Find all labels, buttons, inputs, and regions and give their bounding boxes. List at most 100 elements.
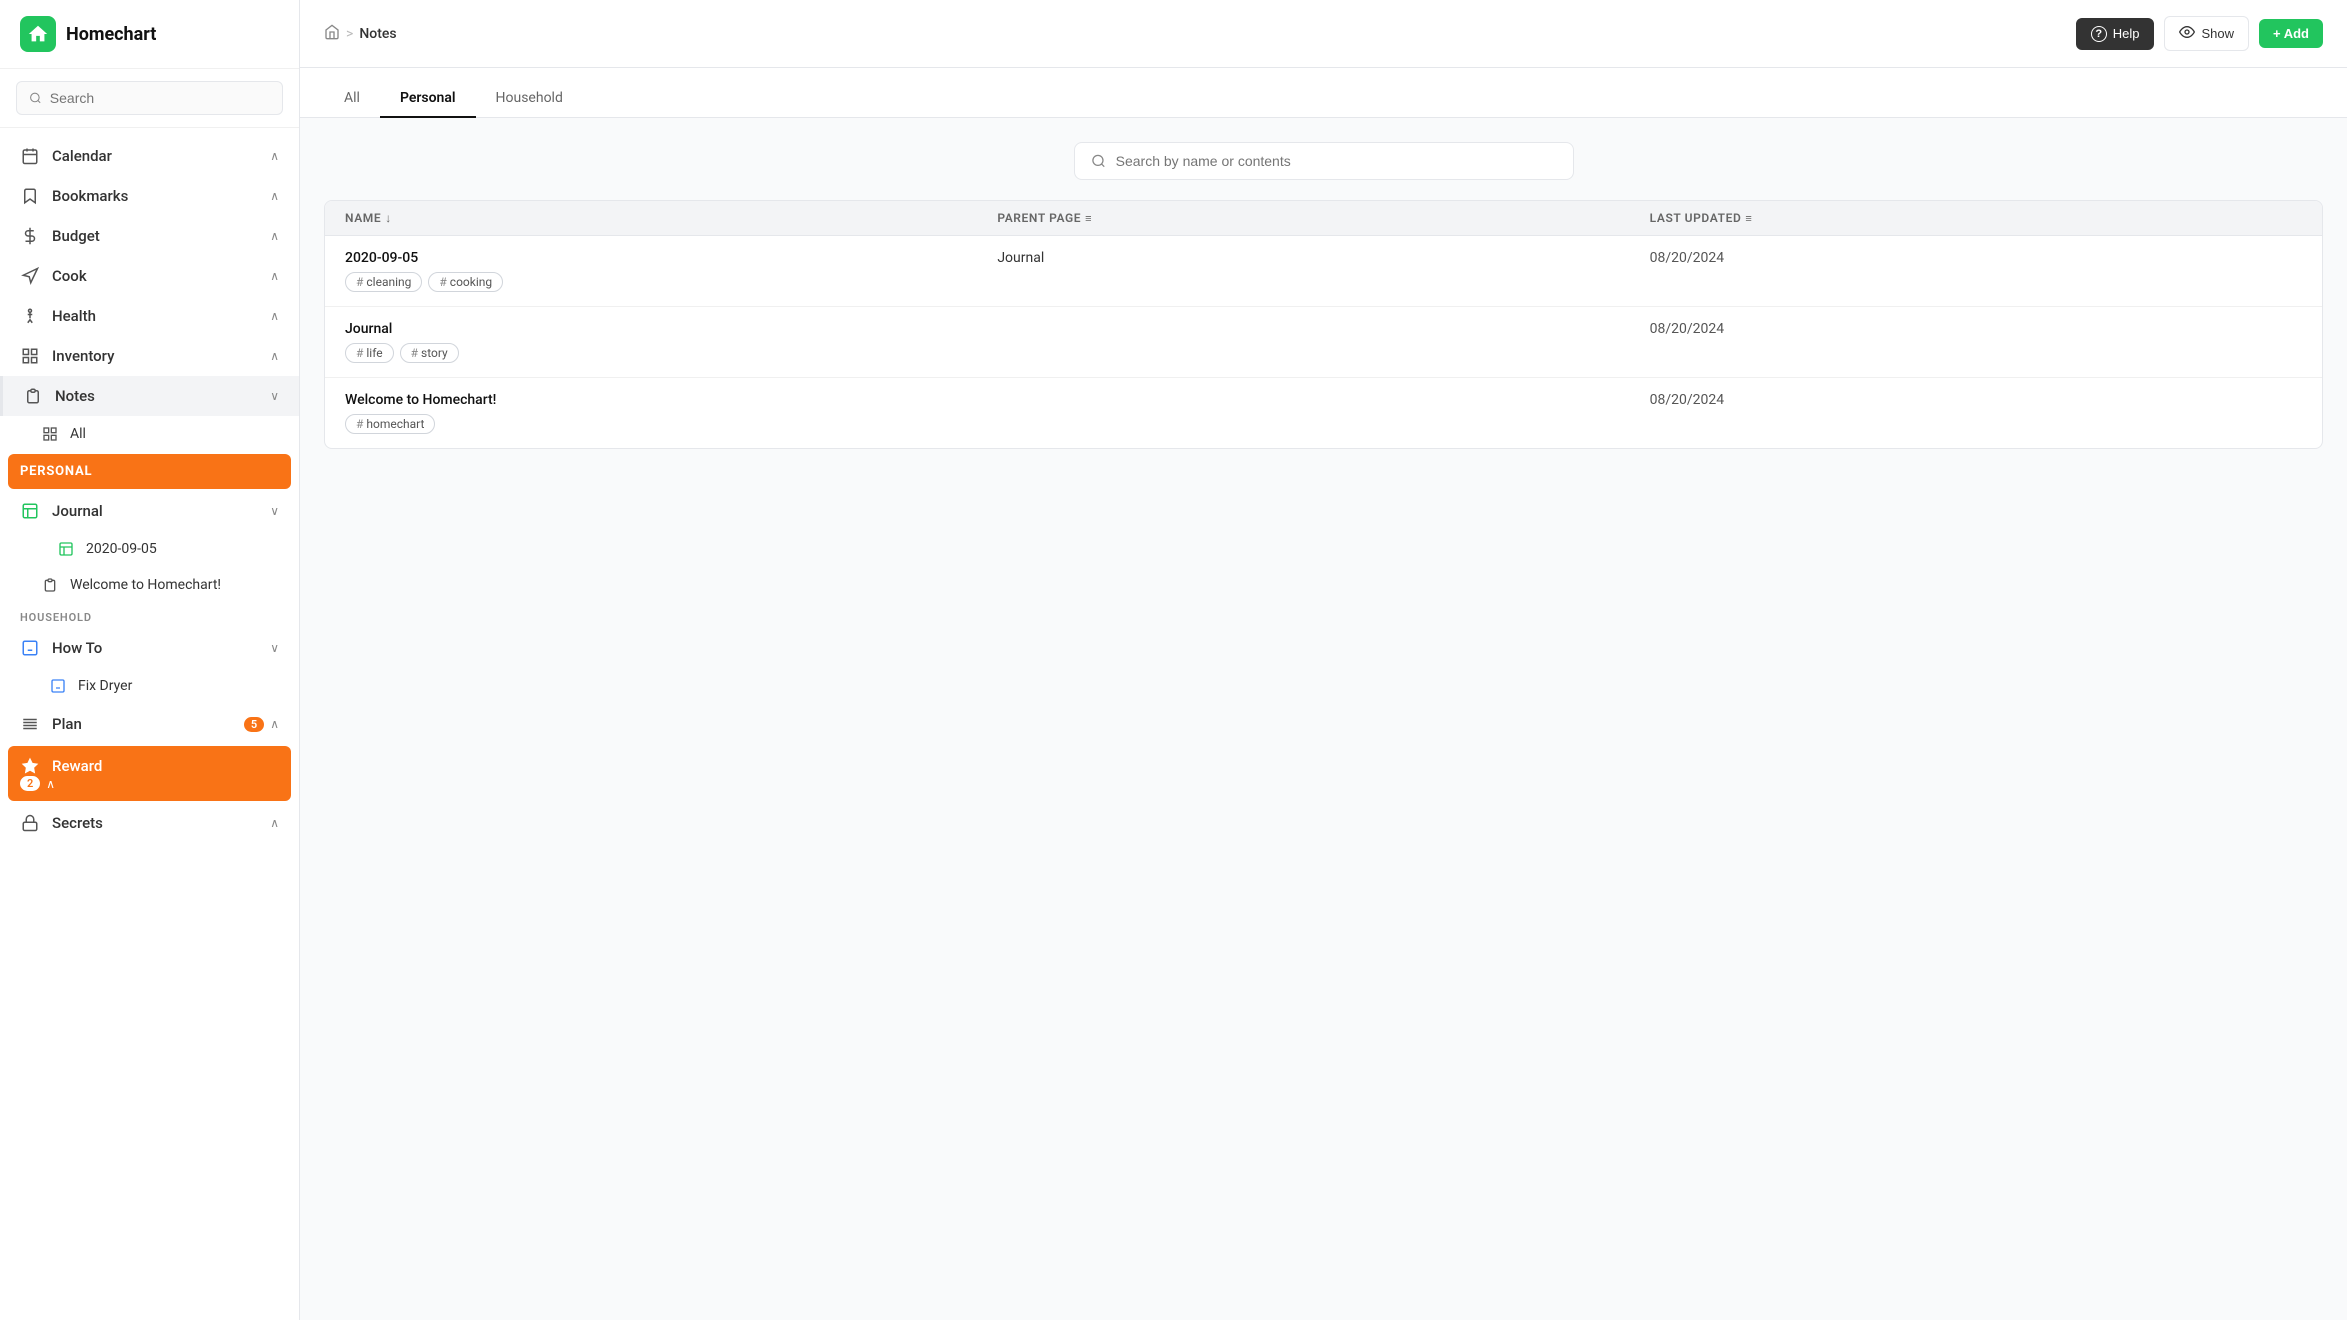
sidebar-item-health[interactable]: Health ∧	[0, 296, 299, 336]
calendar-chevron: ∧	[270, 149, 279, 163]
inventory-icon	[20, 346, 40, 366]
show-button[interactable]: Show	[2164, 16, 2249, 51]
row-name-col: Journal # life # story	[345, 321, 997, 363]
header-actions: ? Help Show + Add	[2076, 16, 2323, 51]
sidebar-item-cook[interactable]: Cook ∧	[0, 256, 299, 296]
notes-label: Notes	[55, 387, 95, 405]
plan-label: Plan	[52, 715, 82, 733]
parent-filter-icon: ≡	[1085, 212, 1092, 225]
sidebar-item-plan[interactable]: Plan 5 ∧	[0, 704, 299, 744]
app-name: Homechart	[66, 24, 156, 45]
journal-entry-label: 2020-09-05	[86, 541, 157, 557]
row-tags: # homechart	[345, 414, 997, 434]
sidebar-item-secrets[interactable]: Secrets ∧	[0, 803, 299, 843]
row-date: 08/20/2024	[1650, 321, 1725, 337]
household-section-label: HOUSEHOLD	[0, 603, 299, 628]
row-name: Welcome to Homechart!	[345, 392, 997, 408]
sidebar-item-budget[interactable]: Budget ∧	[0, 216, 299, 256]
app-logo[interactable]: Homechart	[0, 0, 299, 69]
all-icon	[40, 424, 60, 444]
health-icon	[20, 306, 40, 326]
tag-story[interactable]: # story	[400, 343, 459, 363]
th-name[interactable]: NAME ↓	[345, 211, 997, 225]
reward-badge: 2	[20, 776, 40, 791]
tab-all[interactable]: All	[324, 80, 380, 118]
row-name-col: Welcome to Homechart! # homechart	[345, 392, 997, 434]
th-last-updated[interactable]: LAST UPDATED ≡	[1650, 211, 2302, 225]
row-parent: Journal	[997, 250, 1044, 266]
notes-icon	[23, 386, 43, 406]
journal-label: Journal	[52, 502, 103, 520]
row-name-col: 2020-09-05 # cleaning # cooking	[345, 250, 997, 292]
sidebar-personal-active[interactable]: PERSONAL	[8, 454, 291, 489]
plan-badge: 5	[244, 717, 264, 732]
notes-search-input[interactable]	[1116, 153, 1557, 169]
sidebar-item-bookmarks[interactable]: Bookmarks ∧	[0, 176, 299, 216]
table-row[interactable]: 2020-09-05 # cleaning # cooking Journal	[325, 236, 2322, 307]
breadcrumb-home[interactable]	[324, 24, 340, 44]
sidebar-item-notes[interactable]: Notes ∨	[0, 376, 299, 416]
eye-icon	[2179, 24, 2195, 43]
sidebar-item-welcome[interactable]: Welcome to Homechart!	[0, 567, 299, 603]
health-chevron: ∧	[270, 309, 279, 323]
tag-cooking[interactable]: # cooking	[428, 272, 503, 292]
howto-label: How To	[52, 639, 102, 657]
table-row[interactable]: Welcome to Homechart! # homechart 08/20/…	[325, 378, 2322, 448]
sidebar-notes-all[interactable]: All	[0, 416, 299, 452]
tag-life[interactable]: # life	[345, 343, 394, 363]
search-box[interactable]	[16, 81, 283, 115]
reward-label: Reward	[52, 757, 102, 775]
row-date-col: 08/20/2024	[1650, 321, 2302, 337]
sidebar-item-2020-09-05[interactable]: 2020-09-05	[0, 531, 299, 567]
fix-dryer-label: Fix Dryer	[78, 678, 132, 694]
secrets-icon	[20, 813, 40, 833]
howto-icon	[20, 638, 40, 658]
main-body: NAME ↓ PARENT PAGE ≡ LAST UPDATED ≡ 2020…	[300, 118, 2347, 1320]
add-button[interactable]: + Add	[2259, 19, 2323, 48]
cook-icon	[20, 266, 40, 286]
row-date-col: 08/20/2024	[1650, 250, 2302, 266]
welcome-icon	[40, 575, 60, 595]
row-tags: # cleaning # cooking	[345, 272, 997, 292]
row-date-col: 08/20/2024	[1650, 392, 2302, 408]
help-button[interactable]: ? Help	[2076, 18, 2155, 50]
main-content: > Notes ? Help Show + Add All Personal H…	[300, 0, 2347, 1320]
bookmarks-label: Bookmarks	[52, 187, 128, 205]
tag-cleaning[interactable]: # cleaning	[345, 272, 422, 292]
updated-filter-icon: ≡	[1745, 212, 1752, 225]
notes-all-label: All	[70, 426, 86, 442]
sidebar-item-inventory[interactable]: Inventory ∧	[0, 336, 299, 376]
row-date: 08/20/2024	[1650, 392, 1725, 408]
notes-chevron: ∨	[270, 389, 279, 403]
calendar-icon	[20, 146, 40, 166]
notes-search-box[interactable]	[1074, 142, 1574, 180]
breadcrumb: > Notes	[324, 24, 397, 44]
howto-chevron: ∨	[270, 641, 279, 655]
table-row[interactable]: Journal # life # story	[325, 307, 2322, 378]
help-icon: ?	[2091, 26, 2107, 42]
sidebar-search-wrapper	[0, 69, 299, 128]
sidebar-item-fix-dryer[interactable]: Fix Dryer	[0, 668, 299, 704]
tag-homechart[interactable]: # homechart	[345, 414, 435, 434]
tab-household[interactable]: Household	[476, 80, 583, 118]
health-label: Health	[52, 307, 96, 325]
row-name: 2020-09-05	[345, 250, 997, 266]
search-input[interactable]	[50, 90, 270, 106]
journal-icon	[20, 501, 40, 521]
bookmarks-icon	[20, 186, 40, 206]
th-parent-page[interactable]: PARENT PAGE ≡	[997, 211, 1649, 225]
sidebar-item-journal[interactable]: Journal ∨	[0, 491, 299, 531]
breadcrumb-separator: >	[346, 26, 353, 42]
sidebar: Homechart Calendar ∧	[0, 0, 300, 1320]
budget-chevron: ∧	[270, 229, 279, 243]
sidebar-nav: Calendar ∧ Bookmarks ∧ Budget ∧	[0, 128, 299, 1320]
personal-label: PERSONAL	[20, 464, 92, 479]
cook-label: Cook	[52, 267, 87, 285]
notes-search-icon	[1091, 153, 1106, 169]
row-date: 08/20/2024	[1650, 250, 1725, 266]
logo-icon	[20, 16, 56, 52]
sidebar-item-calendar[interactable]: Calendar ∧	[0, 136, 299, 176]
tab-personal[interactable]: Personal	[380, 80, 476, 118]
sidebar-item-howto[interactable]: How To ∨	[0, 628, 299, 668]
sidebar-item-reward[interactable]: Reward 2 ∧	[8, 746, 291, 801]
